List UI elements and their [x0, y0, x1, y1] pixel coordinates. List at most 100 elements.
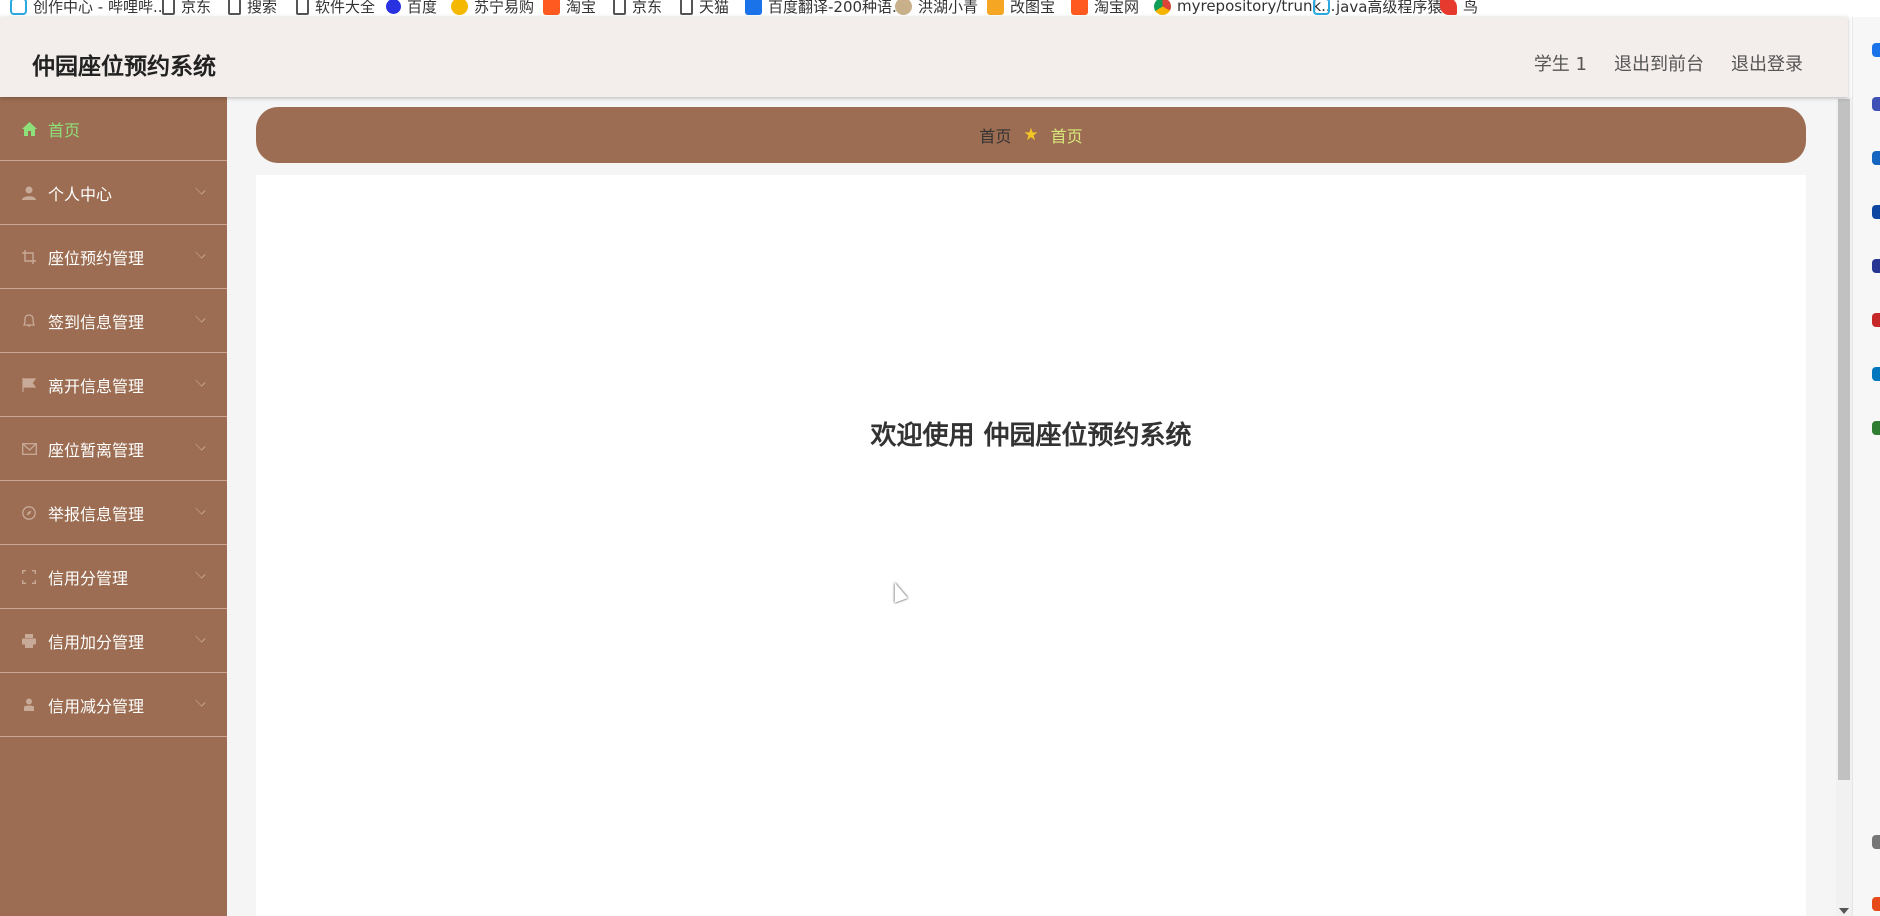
home-icon [21, 121, 37, 137]
sidebar-item-report[interactable]: 举报信息管理 [0, 481, 227, 545]
sidebar-item-label: 座位预约管理 [48, 248, 145, 268]
bookmark-item[interactable]: 淘宝 [543, 0, 596, 16]
bag-icon[interactable] [1872, 205, 1880, 219]
chevron-down-icon [195, 504, 206, 515]
user-icon [21, 185, 37, 201]
person-icon[interactable] [1872, 259, 1880, 273]
bookmark-item[interactable]: java高级程序猿 [1313, 0, 1442, 16]
taobao-icon [1071, 0, 1088, 15]
app-header: 仲园座位预约系统 学生 1 退出到前台 退出登录 [0, 17, 1848, 97]
page-icon [162, 0, 175, 15]
sidebar-item-seat-reservation[interactable]: 座位预约管理 [0, 225, 227, 289]
sidebar-item-label: 座位暂离管理 [48, 440, 145, 460]
sidebar-item-credit-add[interactable]: 信用加分管理 [0, 609, 227, 673]
bookmark-item[interactable]: 改图宝 [987, 0, 1055, 16]
sidebar-item-label: 签到信息管理 [48, 312, 145, 332]
star-icon: ★ [1023, 125, 1039, 145]
gaitubao-icon [987, 0, 1004, 15]
exit-to-front-link[interactable]: 退出到前台 [1614, 50, 1704, 76]
chrome-icon [1154, 0, 1171, 15]
person-icon [21, 697, 37, 713]
page-icon [296, 0, 309, 15]
sidebar-item-leave[interactable]: 离开信息管理 [0, 353, 227, 417]
outlook-icon[interactable] [1872, 367, 1880, 381]
page-icon [228, 0, 241, 15]
page-icon [680, 0, 693, 15]
sidebar-item-checkin[interactable]: 签到信息管理 [0, 289, 227, 353]
sidebar-item-credit[interactable]: 信用分管理 [0, 545, 227, 609]
bookmark-item[interactable]: 搜索 [228, 0, 277, 16]
sidebar: 首页 个人中心 座位预约管理 签到信息管理 离开信息管理 座位暂离管理 举报信息… [0, 97, 227, 916]
welcome-title: 欢迎使用 仲园座位预约系统 [870, 421, 1192, 451]
sidebar-toggle-icon[interactable] [1872, 835, 1880, 849]
sidebar-item-temp-leave[interactable]: 座位暂离管理 [0, 417, 227, 481]
sidebar-item-label: 个人中心 [48, 184, 113, 204]
taobao-icon [543, 0, 560, 15]
app-title: 仲园座位预约系统 [32, 54, 216, 80]
sidebar-item-label: 信用分管理 [48, 568, 129, 588]
extension-icon[interactable] [1872, 897, 1880, 911]
bilibili-icon [10, 0, 27, 15]
sidebar-item-label: 离开信息管理 [48, 376, 145, 396]
fanyi-icon [745, 0, 762, 15]
bookmark-item[interactable]: 京东 [162, 0, 211, 16]
chevron-down-icon [195, 440, 206, 451]
welcome-panel: 欢迎使用 仲园座位预约系统 [256, 175, 1806, 916]
bookmark-item[interactable]: 洪湖小青 [895, 0, 978, 16]
breadcrumb: 首页 ★ 首页 [256, 107, 1806, 163]
bookmarks-bar: 创作中心 - 哔哩哔... 京东 搜索 软件大全 百度 苏宁易购 淘宝 京东 天… [0, 0, 1880, 17]
scrollbar-thumb[interactable] [1838, 99, 1850, 780]
sidebar-item-label: 信用加分管理 [48, 632, 145, 652]
sidebar-item-personal-center[interactable]: 个人中心 [0, 161, 227, 225]
niao-icon [1440, 0, 1457, 15]
flag-icon [21, 377, 37, 393]
bookmark-item[interactable]: 京东 [613, 0, 662, 16]
chevron-down-icon [195, 184, 206, 195]
main-content: 首页 ★ 首页 欢迎使用 仲园座位预约系统 [227, 97, 1837, 916]
printer-icon [21, 633, 37, 649]
chevron-down-icon [195, 376, 206, 387]
bookmark-item[interactable]: 百度 [386, 0, 437, 16]
breadcrumb-current: 首页 [1050, 127, 1083, 146]
current-user-link[interactable]: 学生 1 [1534, 50, 1587, 76]
chevron-down-icon [195, 632, 206, 643]
baidu-icon [386, 0, 401, 14]
spotify-icon[interactable] [1872, 421, 1880, 435]
bookmark-item[interactable]: 淘宝网 [1071, 0, 1139, 16]
browser-side-panel [1852, 17, 1880, 916]
diamond-icon[interactable] [1872, 151, 1880, 165]
sidebar-item-label: 举报信息管理 [48, 504, 145, 524]
user-nav: 学生 1 退出到前台 退出登录 [1534, 50, 1803, 76]
chevron-down-icon [195, 568, 206, 579]
compass-icon [21, 505, 37, 521]
sidebar-item-label: 首页 [48, 120, 81, 140]
mail-icon [21, 441, 37, 457]
breadcrumb-home[interactable]: 首页 [979, 123, 1011, 147]
bookmark-item[interactable]: 苏宁易购 [451, 0, 534, 16]
chevron-down-icon [195, 312, 206, 323]
page-icon [613, 0, 626, 15]
scroll-down-arrow-icon[interactable] [1839, 908, 1849, 914]
search-icon[interactable] [1872, 43, 1880, 57]
bookmark-item[interactable]: 创作中心 - 哔哩哔... [10, 0, 167, 16]
game-icon[interactable] [1872, 313, 1880, 327]
chevron-down-icon [195, 248, 206, 259]
bilibili-icon [1313, 0, 1330, 15]
send-icon[interactable] [1872, 97, 1880, 111]
bookmark-item[interactable]: myrepository/trunk... [1154, 0, 1335, 16]
sidebar-item-home[interactable]: 首页 [0, 97, 227, 161]
bookmark-item[interactable]: 天猫 [680, 0, 729, 16]
fullscreen-icon [21, 569, 37, 585]
bookmark-item[interactable]: 百度翻译-200种语... [745, 0, 906, 16]
honghu-icon [895, 0, 912, 15]
page-scrollbar[interactable] [1836, 97, 1852, 916]
crop-icon [21, 249, 37, 265]
sidebar-item-credit-deduct[interactable]: 信用减分管理 [0, 673, 227, 737]
chevron-down-icon [195, 696, 206, 707]
bookmark-item[interactable]: 软件大全 [296, 0, 375, 16]
bell-icon [21, 313, 37, 329]
bookmark-item[interactable]: 鸟 [1440, 0, 1478, 16]
sidebar-item-label: 信用减分管理 [48, 696, 145, 716]
logout-link[interactable]: 退出登录 [1731, 50, 1803, 76]
suning-icon [451, 0, 468, 15]
